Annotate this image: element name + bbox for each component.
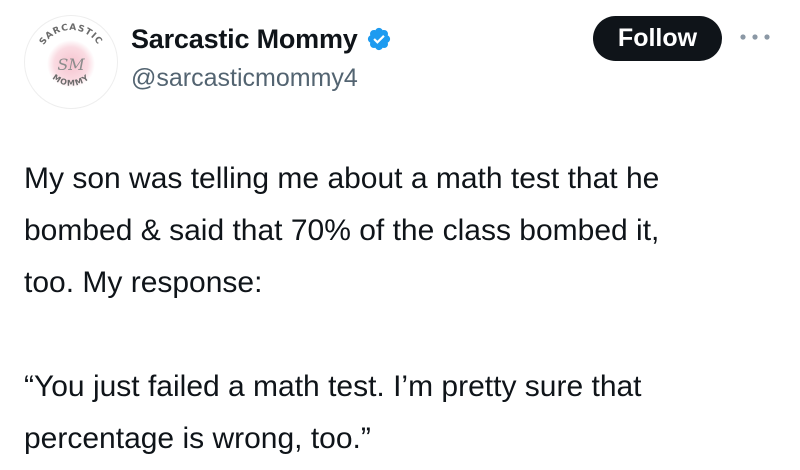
author-display-name[interactable]: Sarcastic Mommy xyxy=(131,24,358,55)
tweet-body: My son was telling me about a math test … xyxy=(24,153,784,465)
verified-badge-icon xyxy=(366,26,392,52)
tweet-paragraph-1: My son was telling me about a math test … xyxy=(24,162,660,299)
author-name-row: Sarcastic Mommy xyxy=(131,21,392,57)
avatar[interactable]: SARCASTIC MOMMY SM xyxy=(24,15,118,109)
ellipsis-icon[interactable] xyxy=(735,23,775,51)
author-handle[interactable]: @sarcasticmommy4 xyxy=(131,64,358,93)
follow-button[interactable]: Follow xyxy=(593,16,722,61)
sarcastic-mommy-logo-icon: SARCASTIC MOMMY SM xyxy=(38,23,103,88)
avatar-monogram: SM xyxy=(57,55,85,74)
tweet-paragraph-2: “You just failed a math test. I’m pretty… xyxy=(24,370,642,455)
